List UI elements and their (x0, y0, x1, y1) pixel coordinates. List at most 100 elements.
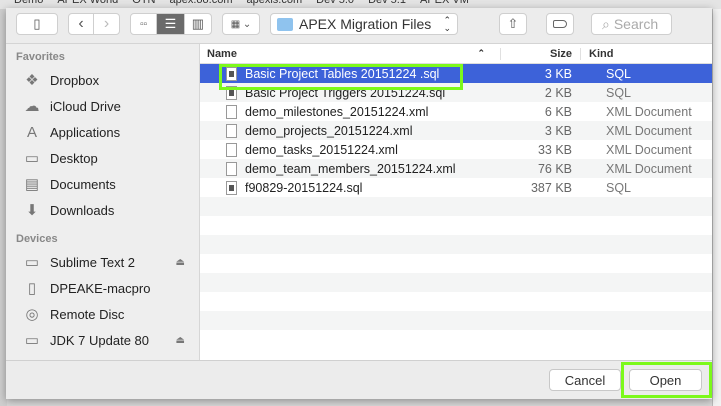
eject-icon[interactable]: ⏏ (176, 335, 185, 346)
back-button[interactable]: ‹ (69, 14, 95, 34)
disc-icon: ◎ (25, 306, 39, 323)
sidebar-device-item[interactable]: ▯ DPEAKE-macpro (6, 275, 199, 301)
file-kind: XML Document (606, 142, 692, 157)
column-view-button[interactable]: ▥ (185, 14, 211, 34)
cloud-icon: ☁ (24, 98, 40, 115)
empty-row (200, 273, 712, 292)
view-mode-selector: ▫▫ ☰ ▥ (130, 13, 212, 35)
search-field[interactable]: ⌕ Search (591, 13, 672, 35)
search-icon: ⌕ (602, 15, 610, 32)
arrange-button[interactable]: ▦ ⌄ (222, 13, 260, 35)
sidebar-item-label: Remote Disc (50, 306, 125, 322)
sidebar-item-label: iCloud Drive (50, 98, 121, 114)
updown-chevron-icon: ⌃ ⌄ (443, 15, 451, 33)
file-row[interactable]: demo_team_members_20151224.xml 76 KB XML D… (200, 159, 712, 178)
sidebar-icon: ▯ (33, 16, 41, 31)
sidebar-item-applications[interactable]: A Applications (6, 119, 199, 145)
sidebar-item-documents[interactable]: ▤ Documents (6, 171, 199, 197)
xml-file-icon (226, 142, 237, 157)
empty-row (200, 311, 712, 330)
xml-file-icon (226, 123, 237, 138)
bookmark[interactable]: Demo (14, 0, 43, 6)
location-label: APEX Migration Files (299, 16, 432, 32)
file-name-cell: f90829-20151224.sql (200, 180, 500, 195)
empty-row (200, 216, 712, 235)
file-name: demo_team_members_20151224.xml (245, 161, 456, 176)
favorites-heading: Favorites (16, 51, 65, 63)
bookmark[interactable]: apexis.com (247, 0, 303, 6)
sidebar-item-label: Documents (50, 176, 116, 192)
sidebar-item-desktop[interactable]: ▭ Desktop (6, 145, 199, 171)
sql-file-icon (226, 180, 237, 195)
bookmark[interactable]: APEX World (57, 0, 118, 6)
file-row[interactable]: demo_milestones_20151224.xml 6 KB XML Docu… (200, 102, 712, 121)
bookmark[interactable]: Dev 5.0 (316, 0, 354, 6)
sidebar-device-item[interactable]: ▭ JDK 7 Update 80 ⏏ (6, 327, 199, 353)
search-placeholder: Search (613, 16, 659, 32)
file-kind: XML Document (606, 104, 692, 119)
share-button[interactable]: ⇧ (499, 13, 527, 35)
file-list: Name ⌃ Size Kind Basic Project Tables 201… (200, 44, 712, 360)
eject-icon[interactable]: ⏏ (176, 257, 185, 268)
file-size: 3 KB (544, 66, 572, 81)
file-row[interactable]: f90829-20151224.sql 387 KB SQL (200, 178, 712, 197)
documents-icon: ▤ (24, 176, 40, 193)
file-kind: XML Document (606, 161, 692, 176)
sidebar-item-label: Sublime Text 2 (50, 254, 136, 270)
xml-file-icon (226, 104, 237, 119)
column-header-name[interactable]: Name ⌃ (200, 48, 500, 60)
bookmark[interactable]: OTN (132, 0, 155, 6)
sidebar-item-dropbox[interactable]: ❖ Dropbox (6, 67, 199, 93)
share-icon: ⇧ (507, 16, 519, 31)
sidebar-item-label: Applications (50, 124, 121, 140)
bookmark[interactable]: apex.oo.com (170, 0, 233, 6)
devices-heading: Devices (16, 233, 58, 245)
empty-row (200, 197, 712, 216)
file-name: f90829-20151224.sql (245, 180, 363, 195)
file-row[interactable]: demo_projects_20151224.xml 3 KB XML Docume… (200, 121, 712, 140)
sidebar-item-downloads[interactable]: ⬇ Downloads (6, 197, 199, 223)
file-size: 2 KB (544, 85, 572, 100)
file-kind: SQL (606, 66, 632, 81)
computer-icon: ▯ (27, 280, 37, 297)
drive-icon: ▭ (24, 332, 40, 349)
file-name: demo_milestones_20151224.xml (245, 104, 429, 119)
sidebar-item-label: DPEAKE-macpro (50, 280, 151, 296)
column-header-kind[interactable]: Kind (580, 47, 613, 60)
location-popup[interactable]: APEX Migration Files ⌃ ⌄ (270, 13, 458, 35)
forward-button[interactable]: › (94, 14, 119, 34)
tag-button[interactable] (546, 13, 574, 35)
file-size: 76 KB (537, 161, 572, 176)
drive-icon: ▭ (24, 254, 40, 271)
bookmark[interactable]: APEX VM (420, 0, 469, 6)
file-size: 33 KB (537, 142, 572, 157)
sidebar-item-icloud-drive[interactable]: ☁ iCloud Drive (6, 93, 199, 119)
empty-row (200, 330, 712, 349)
list-view-button[interactable]: ☰ (157, 14, 185, 34)
bookmark[interactable]: Dev 5.1 (368, 0, 406, 6)
sidebar-device-item[interactable]: ◎ Remote Disc (6, 301, 199, 327)
file-kind: SQL (606, 180, 632, 195)
sidebar-toggle-button[interactable]: ▯ (16, 13, 58, 35)
toolbar: ▯ ‹ › ▫▫ ☰ ▥ ▦ ⌄ APEX Migration Files ⌃ ⌄… (6, 8, 712, 44)
file-row[interactable]: demo_tasks_20151224.xml 33 KB XML Document (200, 140, 712, 159)
list-header: Name ⌃ Size Kind (200, 44, 712, 64)
column-header-size[interactable]: Size (500, 47, 580, 60)
file-name-cell: demo_milestones_20151224.xml (200, 104, 500, 119)
xml-file-icon (226, 161, 237, 176)
desktop-icon: ▭ (24, 150, 40, 167)
file-kind: SQL (606, 85, 632, 100)
file-size: 6 KB (544, 104, 572, 119)
sidebar-item-label: Dropbox (50, 72, 100, 88)
file-name-cell: demo_team_members_20151224.xml (200, 161, 500, 176)
dropbox-icon: ❖ (25, 72, 39, 89)
cancel-button[interactable]: Cancel (549, 369, 621, 391)
dialog-footer: Cancel Open (6, 360, 712, 399)
sidebar-device-item[interactable]: ▭ Sublime Text 2 ⏏ (6, 249, 199, 275)
file-name: demo_tasks_20151224.xml (245, 142, 398, 157)
file-name-cell: demo_projects_20151224.xml (200, 123, 500, 138)
file-kind: XML Document (606, 123, 692, 138)
icon-view-button[interactable]: ▫▫ (131, 14, 158, 34)
nav-buttons: ‹ › (68, 13, 120, 35)
file-name-cell: demo_tasks_20151224.xml (200, 142, 500, 157)
